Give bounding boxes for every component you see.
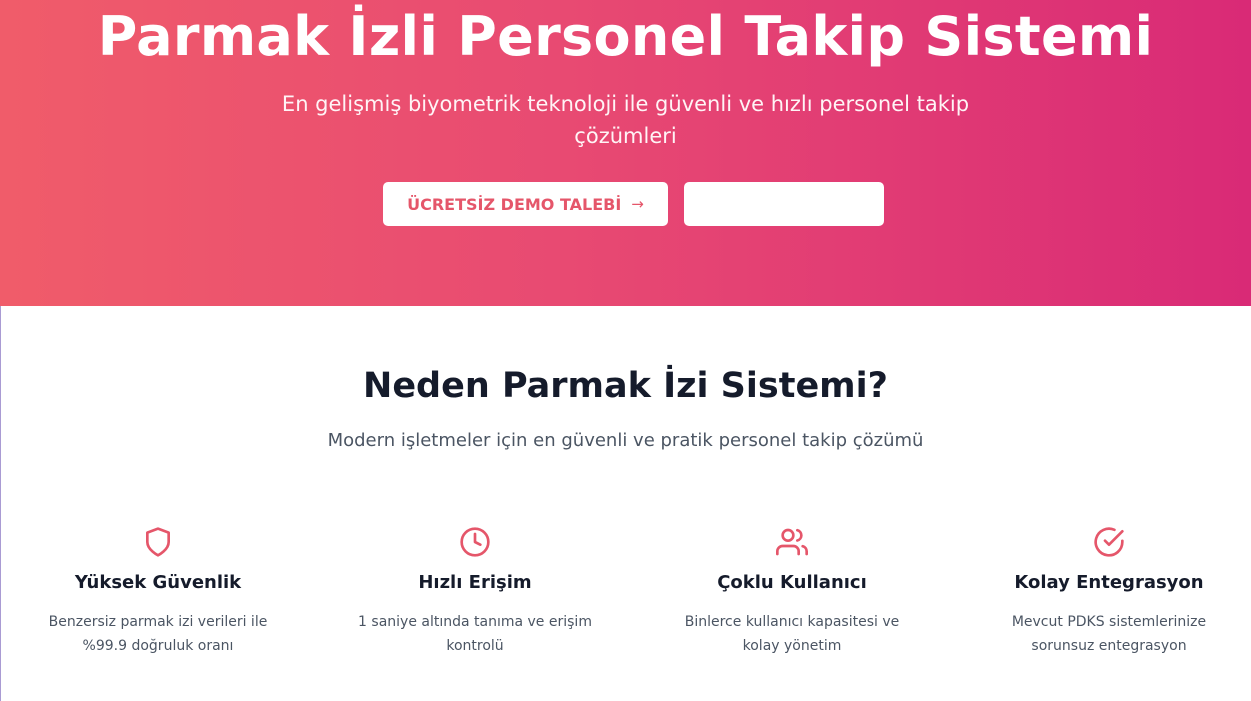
feature-description: 1 saniye altında tanıma ve erişim kontro… [358,614,592,654]
feature-title: Çoklu Kullanıcı [717,572,867,593]
feature-card-security: Yüksek Güvenlik Benzersiz parmak izi ver… [33,520,283,658]
check-circle-icon [1094,527,1124,557]
feature-title: Hızlı Erişim [418,572,532,593]
arrow-right-icon: → [631,195,644,213]
feature-title: Kolay Entegrasyon [1014,572,1204,593]
feature-description: Binlerce kullanıcı kapasitesi ve kolay y… [684,614,900,654]
feature-card-multi-user: Çoklu Kullanıcı Binlerce kullanıcı kapas… [667,520,917,658]
feature-card-fast-access: Hızlı Erişim 1 saniye altında tanıma ve … [350,520,600,658]
feature-title: Yüksek Güvenlik [74,572,242,593]
demo-request-button[interactable]: ÜCRETSİZ DEMO TALEBİ → [383,182,668,226]
hero-section: Parmak İzli Personel Takip Sistemi En ge… [0,0,1251,306]
features-grid: Yüksek Güvenlik Benzersiz parmak izi ver… [0,520,1251,701]
demo-request-button-label: ÜCRETSİZ DEMO TALEBİ [407,194,622,214]
feature-description: Mevcut PDKS sistemlerinize sorunsuz ente… [1011,614,1207,654]
users-icon [776,528,808,556]
feature-description: Benzersiz parmak izi verileri ile %99.9 … [48,614,268,654]
clock-icon [460,527,490,557]
feature-card-integration: Kolay Entegrasyon Mevcut PDKS sistemleri… [984,520,1234,658]
hero-title: Parmak İzli Personel Takip Sistemi [97,5,1154,68]
section-subtitle: Modern işletmeler için en güvenli ve pra… [327,430,924,451]
hero-subtitle: En gelişmiş biyometrik teknoloji ile güv… [281,92,970,148]
section-title: Neden Parmak İzi Sistemi? [363,366,888,406]
shield-icon [146,527,170,557]
secondary-button[interactable] [684,182,884,226]
